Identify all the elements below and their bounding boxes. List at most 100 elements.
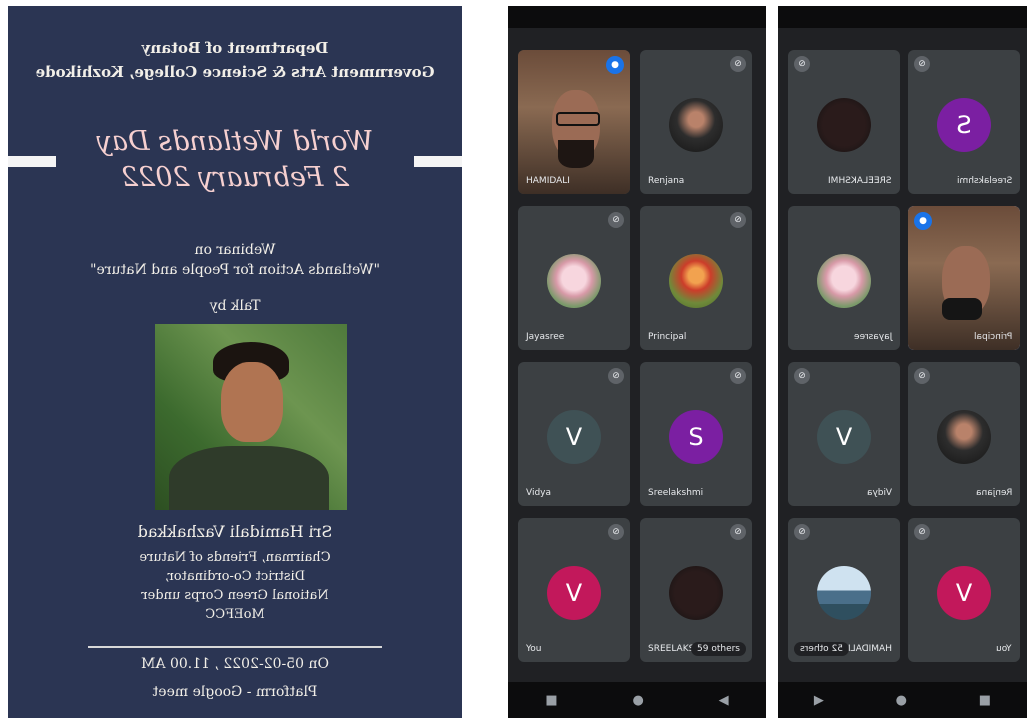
event-title: World Wetlands Day 2 February 2022 — [8, 124, 462, 196]
participant-name: Jayasree — [853, 332, 892, 342]
participant-tile[interactable]: ⊘ SREELAKSHMI — [788, 50, 900, 194]
status-bar — [508, 6, 766, 28]
photo-shirt — [169, 446, 329, 510]
divider — [88, 646, 382, 648]
role-line: National Green Corps under — [141, 588, 329, 603]
participant-name: Renjana — [648, 176, 685, 186]
event-datetime: On 05-02-2022 , 11.00 AM — [141, 656, 329, 672]
mic-off-icon: ⊘ — [608, 368, 624, 384]
avatar — [547, 254, 601, 308]
mic-off-icon: ⊘ — [730, 56, 746, 72]
participant-tile[interactable]: ⊘ V Vidya — [518, 362, 630, 506]
participant-name: Sreelakshmi — [956, 176, 1012, 186]
home-circle-icon[interactable]: ● — [896, 693, 907, 708]
participant-tile[interactable]: ⊘ S Sreelakshmi — [908, 50, 1020, 194]
avatar — [817, 566, 871, 620]
participant-name: Jayasree — [526, 332, 565, 342]
participant-tile[interactable]: ⊘ V You — [908, 518, 1020, 662]
video-glasses — [556, 112, 600, 126]
mic-off-icon: ⊘ — [914, 56, 930, 72]
others-count-pill[interactable]: 52 others — [794, 642, 849, 656]
participant-name: You — [996, 644, 1012, 654]
participant-tile[interactable]: ⊘ 52 others HAMIDALI — [788, 518, 900, 662]
event-platform: Platform - Google meet — [152, 684, 318, 700]
avatar — [817, 98, 871, 152]
participant-tile[interactable]: ⊘ Jayasree — [518, 206, 630, 350]
participant-name: Renjana — [975, 488, 1012, 498]
back-triangle-icon[interactable]: ▶ — [814, 693, 824, 708]
participant-name: Vidya — [866, 488, 892, 498]
participant-name: HAMIDALI — [848, 644, 892, 654]
recents-square-icon[interactable]: ■ — [979, 693, 991, 708]
video-beard — [558, 140, 594, 168]
meet-screenshot-1: ● HAMIDALI ⊘ Renjana ⊘ Jayasree ⊘ Princi… — [508, 6, 766, 718]
status-bar — [778, 6, 1027, 28]
speaking-indicator-icon: ● — [606, 56, 624, 74]
video-mask — [942, 298, 982, 320]
avatar: S — [669, 410, 723, 464]
mic-off-icon: ⊘ — [914, 524, 930, 540]
webinar-block: Webinar on "Wetlands Action for People a… — [8, 240, 462, 280]
participant-tile[interactable]: ⊘ Principal — [640, 206, 752, 350]
recents-square-icon[interactable]: ■ — [545, 693, 557, 708]
participant-name: Principal — [648, 332, 687, 342]
participant-tile[interactable]: Jayasree — [788, 206, 900, 350]
avatar — [937, 410, 991, 464]
poster-mirrored-content: Department of Botany Government Arts & S… — [8, 6, 462, 718]
role-line: MoEFCC — [205, 607, 265, 622]
webinar-label: Webinar on — [194, 242, 276, 258]
participant-tile[interactable]: ● HAMIDALI — [518, 50, 630, 194]
participant-name: SREELAKSHMI — [828, 176, 892, 186]
mic-off-icon: ⊘ — [794, 368, 810, 384]
avatar — [669, 566, 723, 620]
others-count-pill[interactable]: 59 others — [691, 642, 746, 656]
college-line: Government Arts & Science College, Kozhi… — [35, 63, 435, 81]
event-date-line: 2 February 2022 — [120, 162, 350, 193]
participant-tile[interactable]: ⊘ V Vidya — [788, 362, 900, 506]
back-triangle-icon[interactable]: ◀ — [719, 693, 729, 708]
avatar — [817, 254, 871, 308]
mic-off-icon: ⊘ — [794, 524, 810, 540]
participant-tile[interactable]: ⊘ Renjana — [640, 50, 752, 194]
webinar-title: "Wetlands Action for People and Nature" — [90, 262, 380, 278]
photo-face — [221, 362, 283, 442]
webinar-poster: Department of Botany Government Arts & S… — [8, 6, 462, 718]
role-line: District Co-ordinator, — [164, 569, 306, 584]
talk-by-label: Talk by — [209, 298, 261, 314]
avatar: V — [547, 566, 601, 620]
mic-off-icon: ⊘ — [608, 212, 624, 228]
android-nav-bar: ▶ ● ■ — [778, 682, 1027, 718]
avatar — [669, 254, 723, 308]
participant-name: You — [526, 644, 542, 654]
participant-tile[interactable]: ⊘ V You — [518, 518, 630, 662]
speaking-indicator-icon: ● — [914, 212, 932, 230]
mic-off-icon: ⊘ — [730, 368, 746, 384]
meet-screenshot-2: ⊘ SREELAKSHMI ⊘ S Sreelakshmi Jayasree ●… — [778, 6, 1027, 718]
speaker-name: Sri Hamidali Vazhakkad — [137, 522, 333, 541]
avatar: V — [817, 410, 871, 464]
participant-name: Principal — [973, 332, 1012, 342]
mic-off-icon: ⊘ — [794, 56, 810, 72]
event-title-line: World Wetlands Day — [96, 126, 374, 157]
mic-off-icon: ⊘ — [730, 212, 746, 228]
home-circle-icon[interactable]: ● — [632, 693, 643, 708]
participant-tile[interactable]: ⊘ Renjana — [908, 362, 1020, 506]
participant-tile[interactable]: ⊘ SREELAKS 59 others — [640, 518, 752, 662]
department-heading: Department of Botany Government Arts & S… — [8, 36, 462, 84]
participant-name: SREELAKS — [648, 644, 695, 654]
mic-off-icon: ⊘ — [914, 368, 930, 384]
participant-tile[interactable]: ● Principal — [908, 206, 1020, 350]
avatar: S — [937, 98, 991, 152]
participant-name: Vidya — [526, 488, 552, 498]
speaker-roles: Chairman, Friends of Nature District Co-… — [8, 548, 462, 624]
participant-name: HAMIDALI — [526, 176, 570, 186]
mic-off-icon: ⊘ — [730, 524, 746, 540]
role-line: Chairman, Friends of Nature — [139, 550, 331, 565]
participant-tile[interactable]: ⊘ S Sreelakshmi — [640, 362, 752, 506]
participant-name: Sreelakshmi — [648, 488, 704, 498]
speaker-photo — [155, 324, 347, 510]
avatar: V — [547, 410, 601, 464]
mic-off-icon: ⊘ — [608, 524, 624, 540]
android-nav-bar: ■ ● ◀ — [508, 682, 766, 718]
department-line: Department of Botany — [141, 39, 329, 57]
